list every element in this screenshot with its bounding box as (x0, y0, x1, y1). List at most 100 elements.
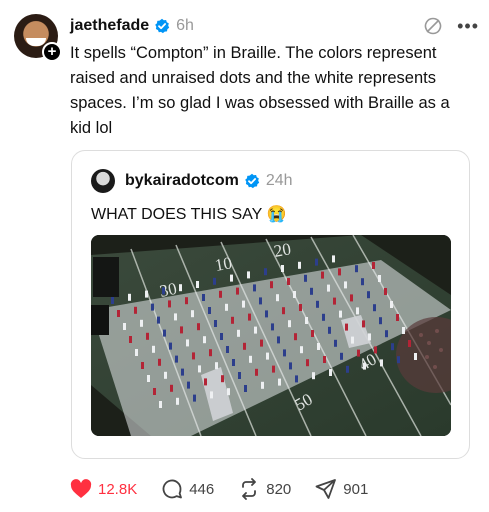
quoted-author-avatar[interactable] (91, 169, 115, 193)
dancer-figure (213, 277, 216, 285)
dancer-figure (402, 327, 405, 334)
quoted-post-header: bykairadotcom 24h (91, 169, 293, 193)
dancer-figure (317, 343, 320, 350)
dancer-figure (282, 307, 285, 315)
dancer-figure (357, 349, 360, 357)
dancer-figure (373, 304, 376, 312)
post-header: jaethefade 6h ••• (70, 14, 479, 38)
dancer-figure (215, 362, 218, 370)
dancer-figure (408, 340, 411, 347)
dancer-figure (332, 255, 335, 263)
dancer-figure (208, 307, 211, 314)
dancer-figure (111, 297, 114, 304)
dancer-figure (378, 275, 381, 282)
dancer-figure (334, 339, 337, 347)
dancer-figure (281, 265, 284, 272)
repost-icon (242, 478, 257, 500)
dancer-figure (294, 333, 297, 341)
dancer-figure (306, 359, 309, 367)
dancer-figure (338, 268, 341, 276)
dancer-figure (226, 346, 229, 353)
dancer-figure (123, 323, 126, 330)
dancer-figure (153, 388, 156, 395)
dancer-figure (151, 303, 154, 311)
dancer-figure (247, 271, 250, 279)
dancer-figure (243, 342, 246, 350)
quoted-video[interactable]: 10 20 30 40 50 (91, 235, 451, 436)
dancer-figure (259, 297, 262, 305)
like-button[interactable]: 12.8K (70, 479, 137, 499)
reply-icon (162, 479, 183, 499)
dancer-figure (227, 388, 230, 396)
dancer-figure (135, 349, 138, 356)
quoted-post[interactable]: bykairadotcom 24h WHAT DOES THIS SAY 😭 1… (71, 150, 470, 459)
dancer-figure (253, 284, 256, 292)
quoted-post-time: 24h (265, 172, 293, 189)
dancer-figure (315, 258, 318, 266)
dancer-figure (283, 349, 286, 357)
more-icon[interactable]: ••• (457, 17, 479, 35)
yard-number: 10 (213, 253, 233, 275)
dancer-figure (361, 278, 364, 286)
dancer-figure (157, 316, 160, 324)
dancer-figure (231, 316, 234, 324)
dancer-figure (264, 268, 267, 276)
dancer-figure (372, 262, 375, 269)
dancer-figure (237, 329, 240, 337)
dancer-figure (176, 397, 179, 405)
dancer-figure (232, 359, 235, 366)
dancer-figure (255, 368, 258, 376)
dancer-figure (363, 362, 366, 370)
dancer-figure (299, 304, 302, 311)
dancer-figure (220, 333, 223, 340)
dancer-figure (128, 293, 131, 301)
author-avatar-container[interactable]: + (14, 14, 62, 62)
heart-icon (70, 479, 92, 498)
reply-button[interactable]: 446 (161, 478, 214, 500)
yard-number: 20 (272, 239, 292, 261)
dancer-figure (202, 294, 205, 301)
dancer-figure (300, 346, 303, 354)
dancer-figure (356, 307, 359, 315)
like-count: 12.8K (98, 480, 138, 498)
dancer-figure (345, 323, 348, 331)
dancer-figure (225, 303, 228, 311)
dancer-figure (169, 342, 172, 350)
dancer-figure (163, 329, 166, 337)
dancer-figure (197, 323, 200, 331)
dancer-figure (152, 345, 155, 353)
dancer-figure (391, 343, 394, 351)
dancer-figure (397, 356, 400, 364)
verified-badge-icon (154, 18, 170, 34)
mute-icon[interactable] (423, 16, 443, 36)
dancer-figure (379, 317, 382, 325)
dancer-figure (289, 362, 292, 370)
dancer-figure (374, 346, 377, 354)
dancer-figure (328, 326, 331, 334)
dancer-figure (196, 281, 199, 288)
dancer-figure (242, 300, 245, 308)
dancer-figure (221, 375, 224, 383)
dancer-figure (390, 301, 393, 308)
dancer-figure (203, 336, 206, 344)
repost-button[interactable]: 820 (238, 478, 291, 500)
dancer-figure (174, 313, 177, 321)
dancer-figure (185, 297, 188, 305)
dancer-figure (322, 313, 325, 321)
dancer-figure (310, 287, 313, 295)
dancer-figure (414, 353, 417, 360)
dancer-figure (368, 333, 371, 341)
dancer-figure (230, 274, 233, 282)
dancer-figure (333, 297, 336, 305)
dancer-figure (117, 310, 120, 317)
author-username[interactable]: jaethefade (70, 17, 149, 35)
dancer-figure (323, 356, 326, 363)
quoted-author-username[interactable]: bykairadotcom (125, 172, 239, 190)
dancer-figure (180, 326, 183, 334)
dancer-figure (147, 375, 150, 382)
plus-icon[interactable]: + (42, 42, 62, 62)
dancer-figure (214, 320, 217, 327)
action-bar: 12.8K 446 820 901 (70, 478, 392, 500)
share-button[interactable]: 901 (315, 478, 368, 500)
dancer-figure (249, 355, 252, 363)
